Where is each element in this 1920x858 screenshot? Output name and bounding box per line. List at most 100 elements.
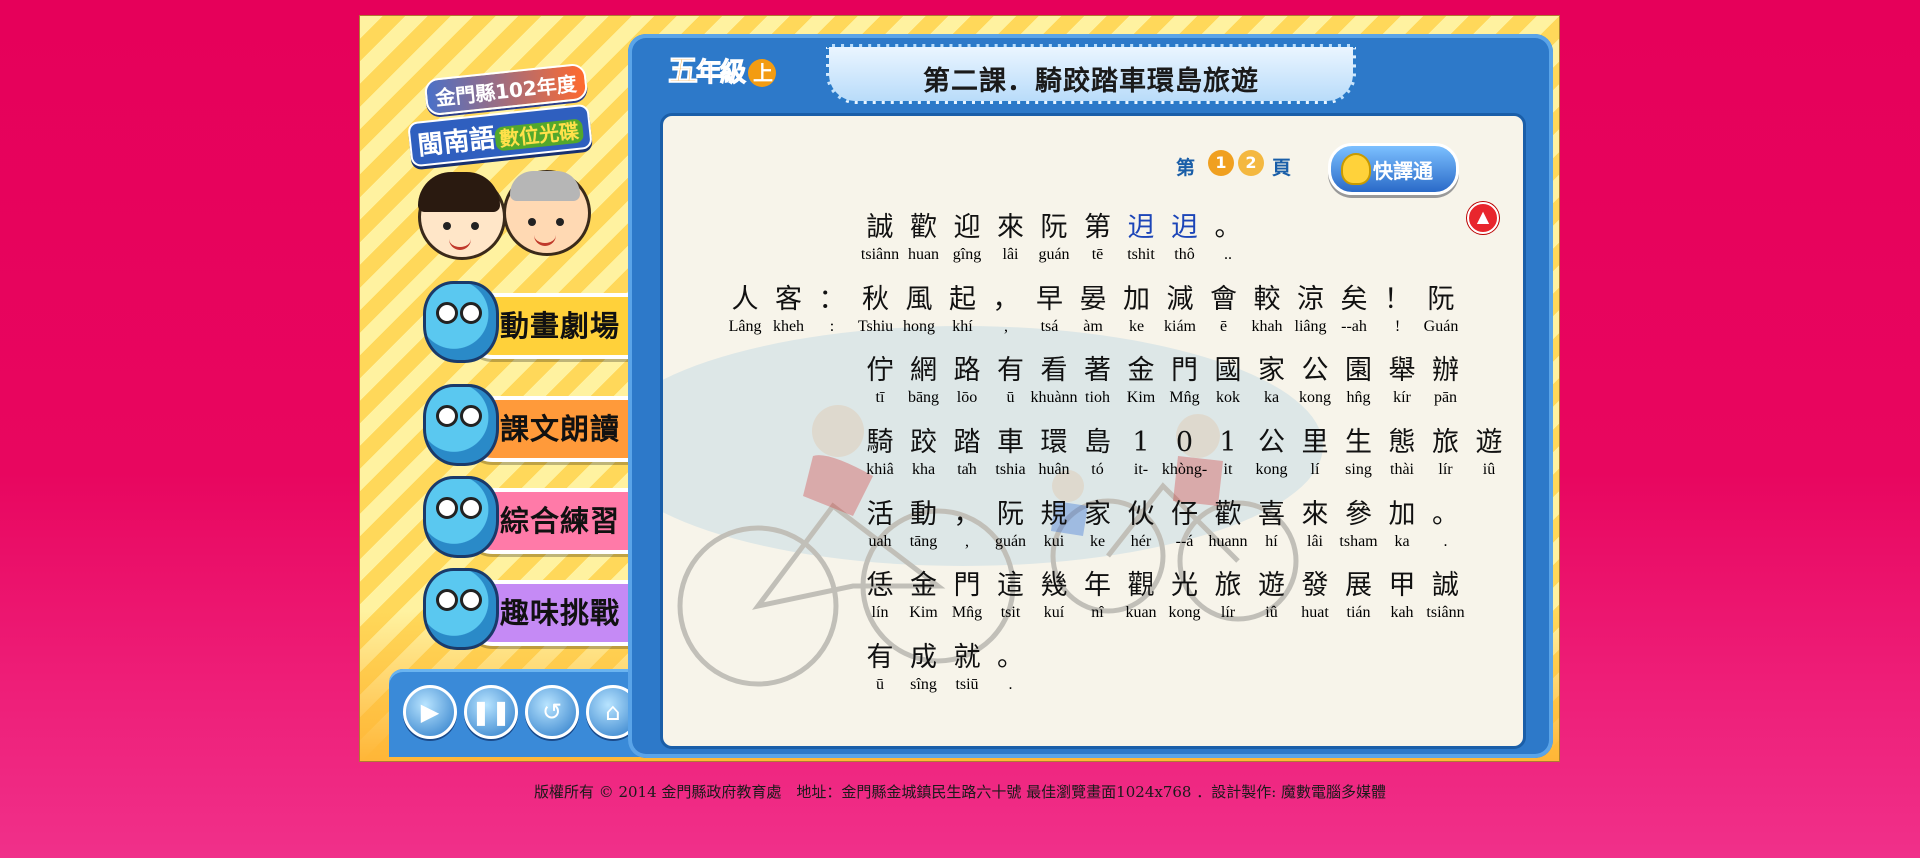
eye-icon [528,218,536,226]
hanzi-character: 幾 [1040,570,1068,601]
pause-icon[interactable]: ❚❚ [464,685,518,739]
mascot-kids [418,164,613,264]
hanzi-character: 有 [997,355,1024,386]
hanzi-character: 動 [910,499,937,530]
hanzi-character: 較 [1253,284,1281,315]
menu-button-4[interactable]: 趣味挑戰 [423,568,661,650]
hanzi-character: 跤 [910,427,937,458]
hanzi-character: 遊 [1258,570,1285,601]
hanzi-character: 環 [1040,427,1068,458]
mouth-icon [449,239,471,250]
lion-mascot-icon [423,281,499,363]
menu-button-3[interactable]: 綜合練習 [423,476,661,558]
hanzi-character: 矣 [1340,284,1368,315]
hanzi-character: 來 [997,212,1024,243]
hanzi-character: ， [992,284,1020,315]
hanzi-character: 迌 [1127,212,1155,243]
hanzi-character: 騎 [866,427,894,458]
text-cell[interactable]: 。.. [1206,211,1250,265]
hanzi-character: 著 [1084,355,1111,386]
app-frame: 金門縣102年度 閩南語數位光碟 動畫劇場 課文朗讀 綜合練習 趣味挑戰 ▶ ❚❚ ↺ ⌂ … [359,15,1560,762]
hanzi-character: 公 [1258,427,1285,458]
menu-button-1[interactable]: 動畫劇場 [423,281,661,363]
hanzi-character: 展 [1345,570,1372,601]
hanzi-character: 早 [1036,284,1063,315]
text-line-6: 恁 lín 金 Kim 門 Mn̂g 這 tsit 幾 kuí 年 nî 觀 kuan 光 kong 旅 lír 遊… [663,569,1523,631]
menu-button-label: 綜合練習 [500,504,621,538]
romanization-text: . [1443,533,1448,550]
quick-translate-button[interactable]: 快譯通 [1328,143,1459,195]
lion-mascot-icon [423,384,499,466]
hanzi-character: 歡 [910,212,937,243]
hanzi-character: 伙 [1127,499,1155,530]
logo: 金門縣102年度 閩南語數位光碟 [405,62,593,171]
text-cell[interactable]: 阮 Guán [1419,283,1463,337]
text-cell[interactable]: 辦 pān [1424,354,1468,408]
hanzi-character: 阮 [1427,284,1455,315]
hanzi-character: 有 [866,642,894,673]
hanzi-character: 活 [866,499,894,530]
footer-copyright: 版權所有 © 2014 金門縣政府教育處 地址：金門縣金城鎮民生路六十號 最佳瀏… [533,783,1387,801]
lesson-title: 第二課．騎跤踏車環島旅遊 [923,66,1259,97]
play-icon[interactable]: ▶ [403,685,457,739]
hanzi-character: 阮 [997,499,1024,530]
hanzi-character: 態 [1388,427,1416,458]
boy-face-icon [503,170,591,256]
hanzi-character: 會 [1210,284,1237,315]
hanzi-character: 觀 [1127,570,1155,601]
hanzi-character: 誠 [1432,570,1459,601]
menu-button-label: 動畫劇場 [500,309,621,343]
hanzi-character: 客 [775,284,802,315]
logo-sub: 數位光碟 [494,118,585,152]
hanzi-character: 。 [997,642,1024,673]
replay-icon[interactable]: ↺ [525,685,579,739]
hanzi-character: 阮 [1040,212,1068,243]
hanzi-character: 這 [997,570,1024,601]
lightbulb-icon [1341,153,1371,185]
hanzi-character: 辦 [1432,355,1459,386]
grade-number: 五 [668,54,699,90]
hanzi-character: 島 [1084,427,1111,458]
hanzi-character: 涼 [1297,284,1324,315]
page-suffix: 頁 [1272,157,1292,179]
romanization-text: Guán [1423,318,1459,335]
hanzi-character: 減 [1166,284,1194,315]
hanzi-character: 1 [1132,427,1150,458]
hanzi-character: 規 [1040,499,1068,530]
grade-badge: 五年級上 [668,46,777,90]
text-cell[interactable]: 誠 tsiânn [1424,569,1468,623]
hanzi-character: 家 [1258,355,1285,386]
hanzi-character: 參 [1345,499,1372,530]
hanzi-character: 佇 [866,355,894,386]
hanzi-character: 仔 [1171,499,1198,530]
text-cell[interactable]: 遊 iû [1467,426,1511,480]
hanzi-character: 園 [1345,355,1372,386]
hanzi-character: 國 [1214,355,1242,386]
hanzi-character: 起 [949,284,976,315]
hanzi-character: 遊 [1475,427,1503,458]
hanzi-character: 生 [1345,427,1372,458]
text-cell[interactable]: 。. [1424,498,1468,552]
title-tab: 第二課．騎跤踏車環島旅遊 [826,44,1356,104]
hanzi-character: 1 [1219,427,1237,458]
menu-button-2[interactable]: 課文朗讀 [423,384,661,466]
hanzi-character: 誠 [866,212,894,243]
hanzi-character: 光 [1171,570,1198,601]
hanzi-character: 金 [1127,355,1155,386]
lion-mascot-icon [423,568,499,650]
page-2-button[interactable]: 2 [1238,150,1264,176]
text-cell[interactable]: 。. [989,641,1033,695]
hanzi-character: 加 [1123,284,1150,315]
text-line-2: 人 Lâng 客 kheh：: 秋 Tshiu 風 hong 起 khí，, 早 tsá 晏 àm 加 ke 減… [663,283,1523,345]
page-1-button[interactable]: 1 [1208,150,1234,176]
hanzi-character: 舉 [1388,355,1416,386]
eye-icon [556,218,564,226]
control-panel: ▶ ❚❚ ↺ ⌂ [389,669,654,757]
hanzi-character: 喜 [1258,499,1285,530]
hanzi-character: 路 [953,355,981,386]
text-line-7: 有 ū 成 sîng 就 tsiū。. [663,641,1523,703]
hanzi-character: 旅 [1432,427,1459,458]
hanzi-character: 來 [1301,499,1329,530]
hanzi-character: 。 [1432,499,1459,530]
mouth-icon [534,235,556,246]
